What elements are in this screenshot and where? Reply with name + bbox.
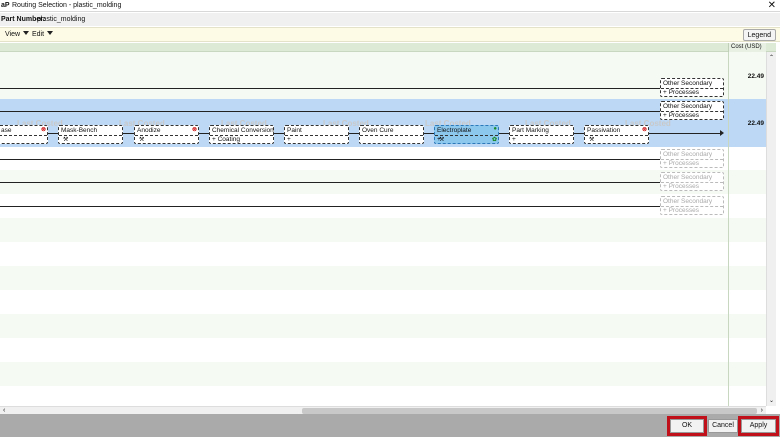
process-name: Chemical Conversion <box>212 127 274 134</box>
box-divider <box>585 135 648 136</box>
process-sub: + Coating <box>212 136 241 143</box>
process-name: Oven Cure <box>362 127 394 134</box>
box-divider <box>135 135 198 136</box>
secondary-name: Other Secondary <box>663 103 713 110</box>
process-box[interactable]: Passivation ⊗ ⚒ <box>584 125 649 144</box>
route-line <box>0 111 720 112</box>
secondary-name: Other Secondary <box>663 80 713 87</box>
view-menu[interactable]: View <box>5 31 30 38</box>
secondary-process-box[interactable]: Other Secondary + Processes <box>660 101 724 120</box>
part-number-bar: Part Number: plastic_molding <box>0 13 780 26</box>
ok-button[interactable]: OK <box>667 416 707 436</box>
routing-row[interactable] <box>0 52 766 99</box>
secondary-process-box[interactable]: Other Secondary + Processes <box>660 196 724 215</box>
cancel-button[interactable]: Cancel <box>708 419 738 433</box>
chevron-down-icon <box>47 31 54 35</box>
empty-row <box>0 362 766 386</box>
box-divider <box>510 135 573 136</box>
dialog-footer: OK Cancel Apply <box>0 414 780 437</box>
chevron-down-icon <box>23 31 30 35</box>
vertical-scrollbar[interactable]: ⌃ ⌄ <box>766 52 776 406</box>
box-divider <box>0 135 47 136</box>
view-menu-label: View <box>5 31 21 38</box>
box-divider <box>360 135 423 136</box>
secondary-name: Other Secondary <box>663 151 713 158</box>
tool-icon: ⚒ <box>589 137 595 143</box>
routing-grid: Last Costed Last Costed Last Costed Last… <box>0 52 766 406</box>
process-name: Paint <box>287 127 302 134</box>
cost-column <box>728 52 766 406</box>
empty-row <box>0 242 766 266</box>
warning-icon: ⊗ <box>641 127 647 133</box>
route-line <box>0 159 720 160</box>
process-box[interactable]: Oven Cure <box>359 125 424 144</box>
tool-icon: ⚒ <box>63 137 69 143</box>
empty-row <box>0 290 766 314</box>
warning-icon: ⊗ <box>191 127 197 133</box>
box-divider <box>59 135 122 136</box>
cost-value: 22.49 <box>747 120 764 127</box>
gear-icon: ✿ <box>491 137 497 143</box>
route-line <box>0 182 720 183</box>
process-box[interactable]: Chemical Conversion + Coating <box>209 125 274 144</box>
edit-menu-label: Edit <box>32 31 45 38</box>
secondary-name: Other Secondary <box>663 174 713 181</box>
box-divider <box>285 135 348 136</box>
process-sub: + <box>287 136 291 143</box>
warning-icon: ⊗ <box>40 127 46 133</box>
part-number-value: plastic_molding <box>37 16 86 23</box>
route-line <box>0 88 720 89</box>
secondary-sub: + Processes <box>663 89 699 96</box>
grid-header: Cost (USD) <box>0 43 776 52</box>
secondary-sub: + Processes <box>663 160 699 167</box>
secondary-process-box[interactable]: Other Secondary + Processes <box>660 172 724 191</box>
arrow-icon <box>720 130 724 136</box>
process-box[interactable]: Anodize ⊗ ⚒ <box>134 125 199 144</box>
process-sub: + <box>512 136 516 143</box>
empty-row <box>0 314 766 338</box>
process-box-selected[interactable]: Electroplate ● + ⚒ ✿ <box>434 125 499 144</box>
secondary-process-box[interactable]: Other Secondary + Processes <box>660 149 724 168</box>
close-icon[interactable]: ✕ <box>768 0 776 12</box>
empty-row <box>0 218 766 242</box>
process-box[interactable]: Part Marking + <box>509 125 574 144</box>
process-name: ase <box>1 127 12 134</box>
process-name: Mask-Bench <box>61 127 98 134</box>
menu-bar: View Edit Legend <box>0 27 780 42</box>
legend-button[interactable]: Legend <box>742 29 776 41</box>
horizontal-scrollbar[interactable]: ‹ › <box>0 406 766 414</box>
process-name: Electroplate <box>437 127 472 134</box>
empty-row <box>0 338 766 362</box>
box-divider <box>435 135 498 136</box>
secondary-name: Other Secondary <box>663 198 713 205</box>
secondary-process-box[interactable]: Other Secondary + Processes <box>660 78 724 97</box>
window-title: Routing Selection - plastic_molding <box>12 2 122 9</box>
title-bar: aP Routing Selection - plastic_molding ✕ <box>0 0 780 12</box>
scroll-down-icon[interactable]: ⌄ <box>769 397 774 404</box>
process-name: Anodize <box>137 127 161 134</box>
process-name: Passivation <box>587 127 621 134</box>
secondary-sub: + Processes <box>663 112 699 119</box>
cost-value: 22.49 <box>747 73 764 80</box>
empty-row <box>0 386 766 406</box>
check-icon: ● <box>493 126 497 132</box>
process-name: Part Marking <box>512 127 549 134</box>
edit-menu[interactable]: Edit <box>32 31 54 38</box>
secondary-sub: + Processes <box>663 183 699 190</box>
tool-icon: ⚒ <box>439 137 445 143</box>
tool-icon: ⚒ <box>139 137 145 143</box>
secondary-sub: + Processes <box>663 207 699 214</box>
process-box[interactable]: Mask-Bench ⚒ <box>58 125 123 144</box>
cost-column-header[interactable]: Cost (USD) <box>728 43 766 52</box>
process-box[interactable]: ase ⊗ <box>0 125 48 144</box>
scroll-up-icon[interactable]: ⌃ <box>769 54 774 61</box>
app-logo: aP <box>1 2 10 9</box>
process-box[interactable]: Paint + <box>284 125 349 144</box>
apply-button[interactable]: Apply <box>738 416 779 436</box>
empty-row <box>0 266 766 290</box>
route-line <box>0 206 720 207</box>
